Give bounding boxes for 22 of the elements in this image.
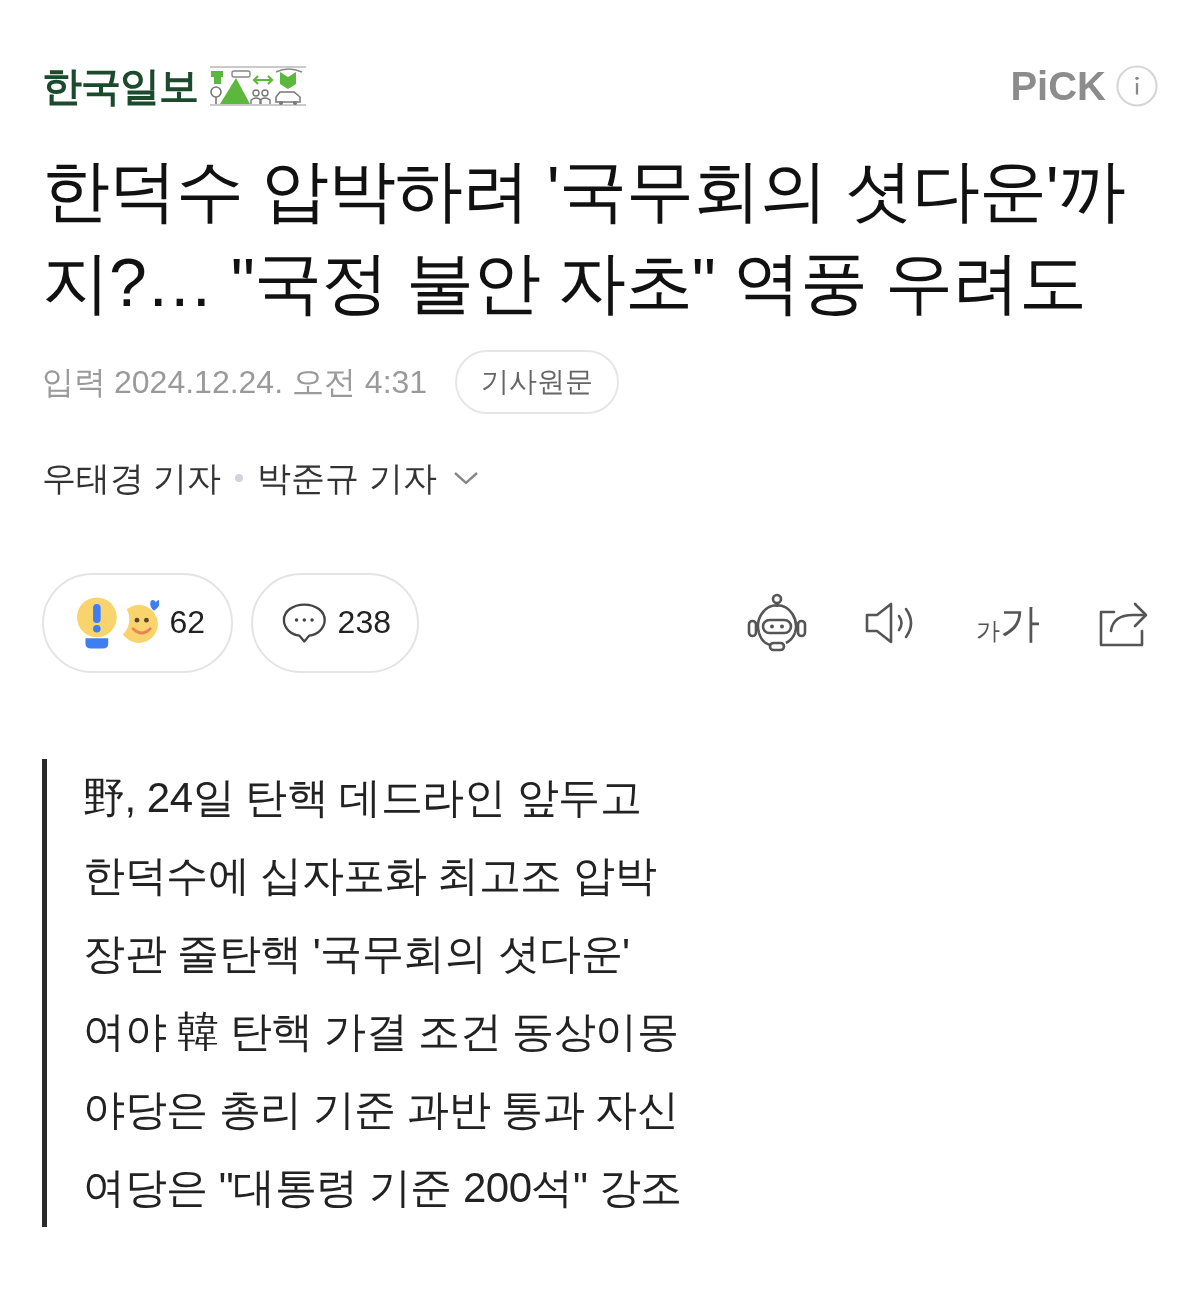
chevron-icon[interactable] xyxy=(452,470,479,487)
separator-dot-icon xyxy=(235,474,244,483)
robot-icon[interactable] xyxy=(746,592,808,653)
input-label: 입력 xyxy=(42,362,106,402)
summary-line: 야당은 총리 기준 과반 통과 자신 xyxy=(83,1084,680,1135)
comment-button[interactable]: 238 xyxy=(251,572,419,673)
lightbulb-exclamation-icon xyxy=(76,594,118,651)
font-size-button[interactable]: 가가 xyxy=(976,602,1040,643)
summary-line: 여당은 "대통령 기준 200석" 강조 xyxy=(83,1162,683,1213)
reaction-button[interactable]: 62 xyxy=(42,572,233,673)
summary-line: 장관 줄탄핵 '국무회의 셧다운' xyxy=(83,928,631,979)
logo-text: 한국일보 xyxy=(42,64,198,108)
author-name[interactable]: 우태경 기자 xyxy=(42,458,222,499)
headline: 한덕수 압박하려 '국무회의 셧다운'까지?… "국정 불안 자초" 역풍 우려도 xyxy=(42,151,1126,322)
summary-line: 한덕수에 십자포화 최고조 압박 xyxy=(83,850,657,901)
original-article-button[interactable]: 기사원문 xyxy=(455,350,620,414)
timestamp: 2024.12.24. 오전 4:31 xyxy=(114,362,428,402)
author-name[interactable]: 박준규 기자 xyxy=(257,458,437,499)
summary-line: 여야 韓 탄핵 가결 조건 동상이몽 xyxy=(83,1006,680,1057)
summary-line: 野, 24일 탄핵 데드라인 앞두고 xyxy=(83,772,643,823)
speech-bubble-icon xyxy=(281,600,328,645)
pick-label: PiCK xyxy=(1010,64,1106,108)
